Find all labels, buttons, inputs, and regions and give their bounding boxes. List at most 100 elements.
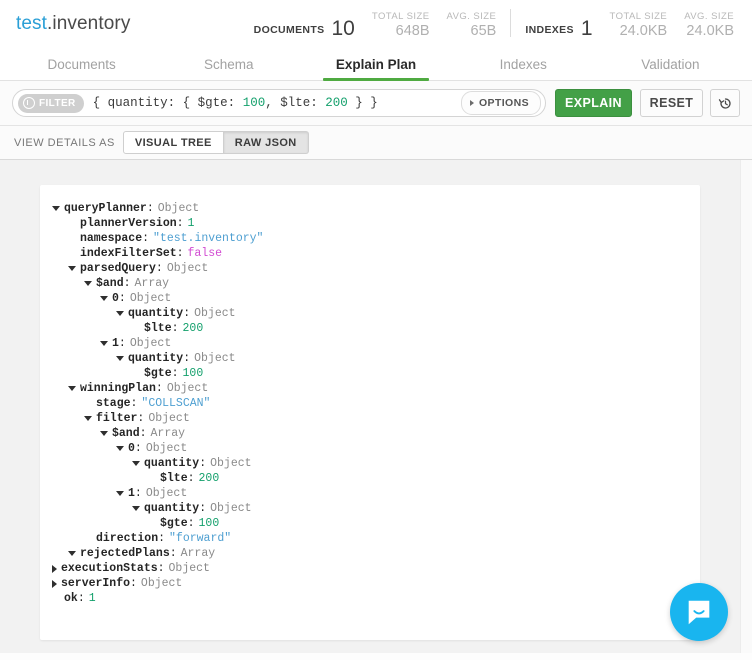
json-colon: :	[183, 306, 190, 321]
json-colon: :	[156, 261, 163, 276]
triangle-right-icon[interactable]	[52, 580, 57, 588]
filter-badge-label: FILTER	[39, 98, 76, 109]
triangle-down-icon[interactable]	[68, 551, 76, 556]
triangle-down-icon[interactable]	[116, 356, 124, 361]
filter-badge[interactable]: FILTER	[18, 94, 84, 113]
filter-mid: , $lte:	[265, 96, 325, 110]
reset-button[interactable]: RESET	[640, 89, 703, 117]
json-value: Object	[194, 351, 235, 366]
json-value: Object	[167, 381, 208, 396]
triangle-down-icon[interactable]	[52, 206, 60, 211]
explain-button[interactable]: EXPLAIN	[555, 89, 632, 117]
json-tree-row: quantity:Object	[52, 306, 700, 321]
filter-gte-value: 100	[243, 96, 266, 110]
json-key: serverInfo	[61, 576, 130, 591]
view-mode-raw-json[interactable]: RAW JSON	[224, 131, 309, 154]
json-tree-row: plannerVersion:1	[52, 216, 700, 231]
view-mode-label: RAW JSON	[235, 137, 297, 149]
triangle-right-icon[interactable]	[52, 565, 57, 573]
triangle-down-icon[interactable]	[68, 266, 76, 271]
indexes-total-size: TOTAL SIZE 24.0KB	[610, 10, 668, 39]
tab-schema[interactable]: Schema	[155, 48, 302, 80]
json-colon: :	[147, 201, 154, 216]
triangle-down-icon[interactable]	[100, 341, 108, 346]
options-label: OPTIONS	[479, 97, 529, 109]
json-key: $gte	[144, 366, 172, 381]
triangle-down-icon[interactable]	[116, 446, 124, 451]
json-tree-row: queryPlanner:Object	[52, 201, 700, 216]
json-colon: :	[199, 501, 206, 516]
json-colon: :	[158, 531, 165, 546]
view-details-bar: VIEW DETAILS AS VISUAL TREERAW JSON	[0, 126, 752, 160]
triangle-down-icon[interactable]	[100, 431, 108, 436]
triangle-down-icon[interactable]	[84, 416, 92, 421]
view-mode-toggle: VISUAL TREE RAW JSON	[123, 131, 309, 154]
collection-tabs: DocumentsSchemaExplain PlanIndexesValida…	[0, 48, 752, 81]
view-mode-visual-tree[interactable]: VISUAL TREE	[123, 131, 224, 154]
raw-json-card: queryPlanner:ObjectplannerVersion:1names…	[40, 185, 700, 640]
triangle-down-icon[interactable]	[84, 281, 92, 286]
indexes-avg-size-label: AVG. SIZE	[684, 10, 734, 23]
json-tree-row: direction:"forward"	[52, 531, 700, 546]
json-key: stage	[96, 396, 131, 411]
json-key: $gte	[160, 516, 188, 531]
json-key: $and	[112, 426, 140, 441]
json-colon: :	[135, 441, 142, 456]
json-key: 0	[112, 291, 119, 306]
options-toggle-button[interactable]: OPTIONS	[461, 91, 541, 115]
tab-explain-plan[interactable]: Explain Plan	[302, 48, 449, 80]
collection-header: test.inventory DOCUMENTS 10 TOTAL SIZE 6…	[0, 0, 752, 48]
triangle-down-icon[interactable]	[116, 311, 124, 316]
json-value: 1	[89, 591, 96, 606]
vertical-scrollbar[interactable]	[740, 160, 752, 653]
json-colon: :	[131, 396, 138, 411]
json-colon: :	[156, 381, 163, 396]
documents-total-size-label: TOTAL SIZE	[372, 10, 430, 23]
json-value: Object	[148, 411, 189, 426]
json-tree-row: executionStats:Object	[52, 561, 700, 576]
json-tree-row: winningPlan:Object	[52, 381, 700, 396]
json-tree-row: $gte:100	[52, 366, 700, 381]
tab-indexes[interactable]: Indexes	[450, 48, 597, 80]
json-tree-row: 0:Object	[52, 291, 700, 306]
json-key: parsedQuery	[80, 261, 156, 276]
json-value: Object	[141, 576, 182, 591]
explain-plan-content: queryPlanner:ObjectplannerVersion:1names…	[0, 160, 752, 653]
json-tree-row: 1:Object	[52, 336, 700, 351]
json-key: $and	[96, 276, 124, 291]
triangle-down-icon[interactable]	[116, 491, 124, 496]
json-colon: :	[188, 516, 195, 531]
triangle-down-icon[interactable]	[132, 461, 140, 466]
tab-validation[interactable]: Validation	[597, 48, 744, 80]
query-history-button[interactable]	[710, 89, 740, 117]
documents-avg-size-label: AVG. SIZE	[447, 10, 497, 23]
collection-stats: DOCUMENTS 10 TOTAL SIZE 648B AVG. SIZE 6…	[254, 9, 738, 39]
json-key: plannerVersion	[80, 216, 177, 231]
json-value: Object	[167, 261, 208, 276]
json-tree-row: serverInfo:Object	[52, 576, 700, 591]
tab-documents[interactable]: Documents	[8, 48, 155, 80]
json-value: Object	[146, 441, 187, 456]
filter-input[interactable]: FILTER { quantity: { $gte: 100, $lte: 20…	[12, 89, 546, 117]
json-key: rejectedPlans	[80, 546, 170, 561]
json-key: 1	[112, 336, 119, 351]
json-key: quantity	[128, 351, 183, 366]
json-value: Object	[146, 486, 187, 501]
mongodb-compass-window: test.inventory DOCUMENTS 10 TOTAL SIZE 6…	[0, 0, 752, 660]
filter-query-text[interactable]: { quantity: { $gte: 100, $lte: 200 } }	[93, 96, 461, 110]
triangle-down-icon[interactable]	[132, 506, 140, 511]
json-colon: :	[183, 351, 190, 366]
json-colon: :	[124, 276, 131, 291]
json-tree-row: indexFilterSet:false	[52, 246, 700, 261]
filter-lte-value: 200	[325, 96, 348, 110]
chat-launcher-button[interactable]	[670, 583, 728, 641]
json-colon: :	[188, 471, 195, 486]
json-tree-row: $lte:200	[52, 471, 700, 486]
namespace-database: test	[16, 13, 47, 34]
triangle-down-icon[interactable]	[100, 296, 108, 301]
documents-total-size: TOTAL SIZE 648B	[372, 10, 430, 39]
triangle-down-icon[interactable]	[68, 386, 76, 391]
json-colon: :	[119, 336, 126, 351]
json-tree-row: 0:Object	[52, 441, 700, 456]
json-value: "test.inventory"	[153, 231, 263, 246]
